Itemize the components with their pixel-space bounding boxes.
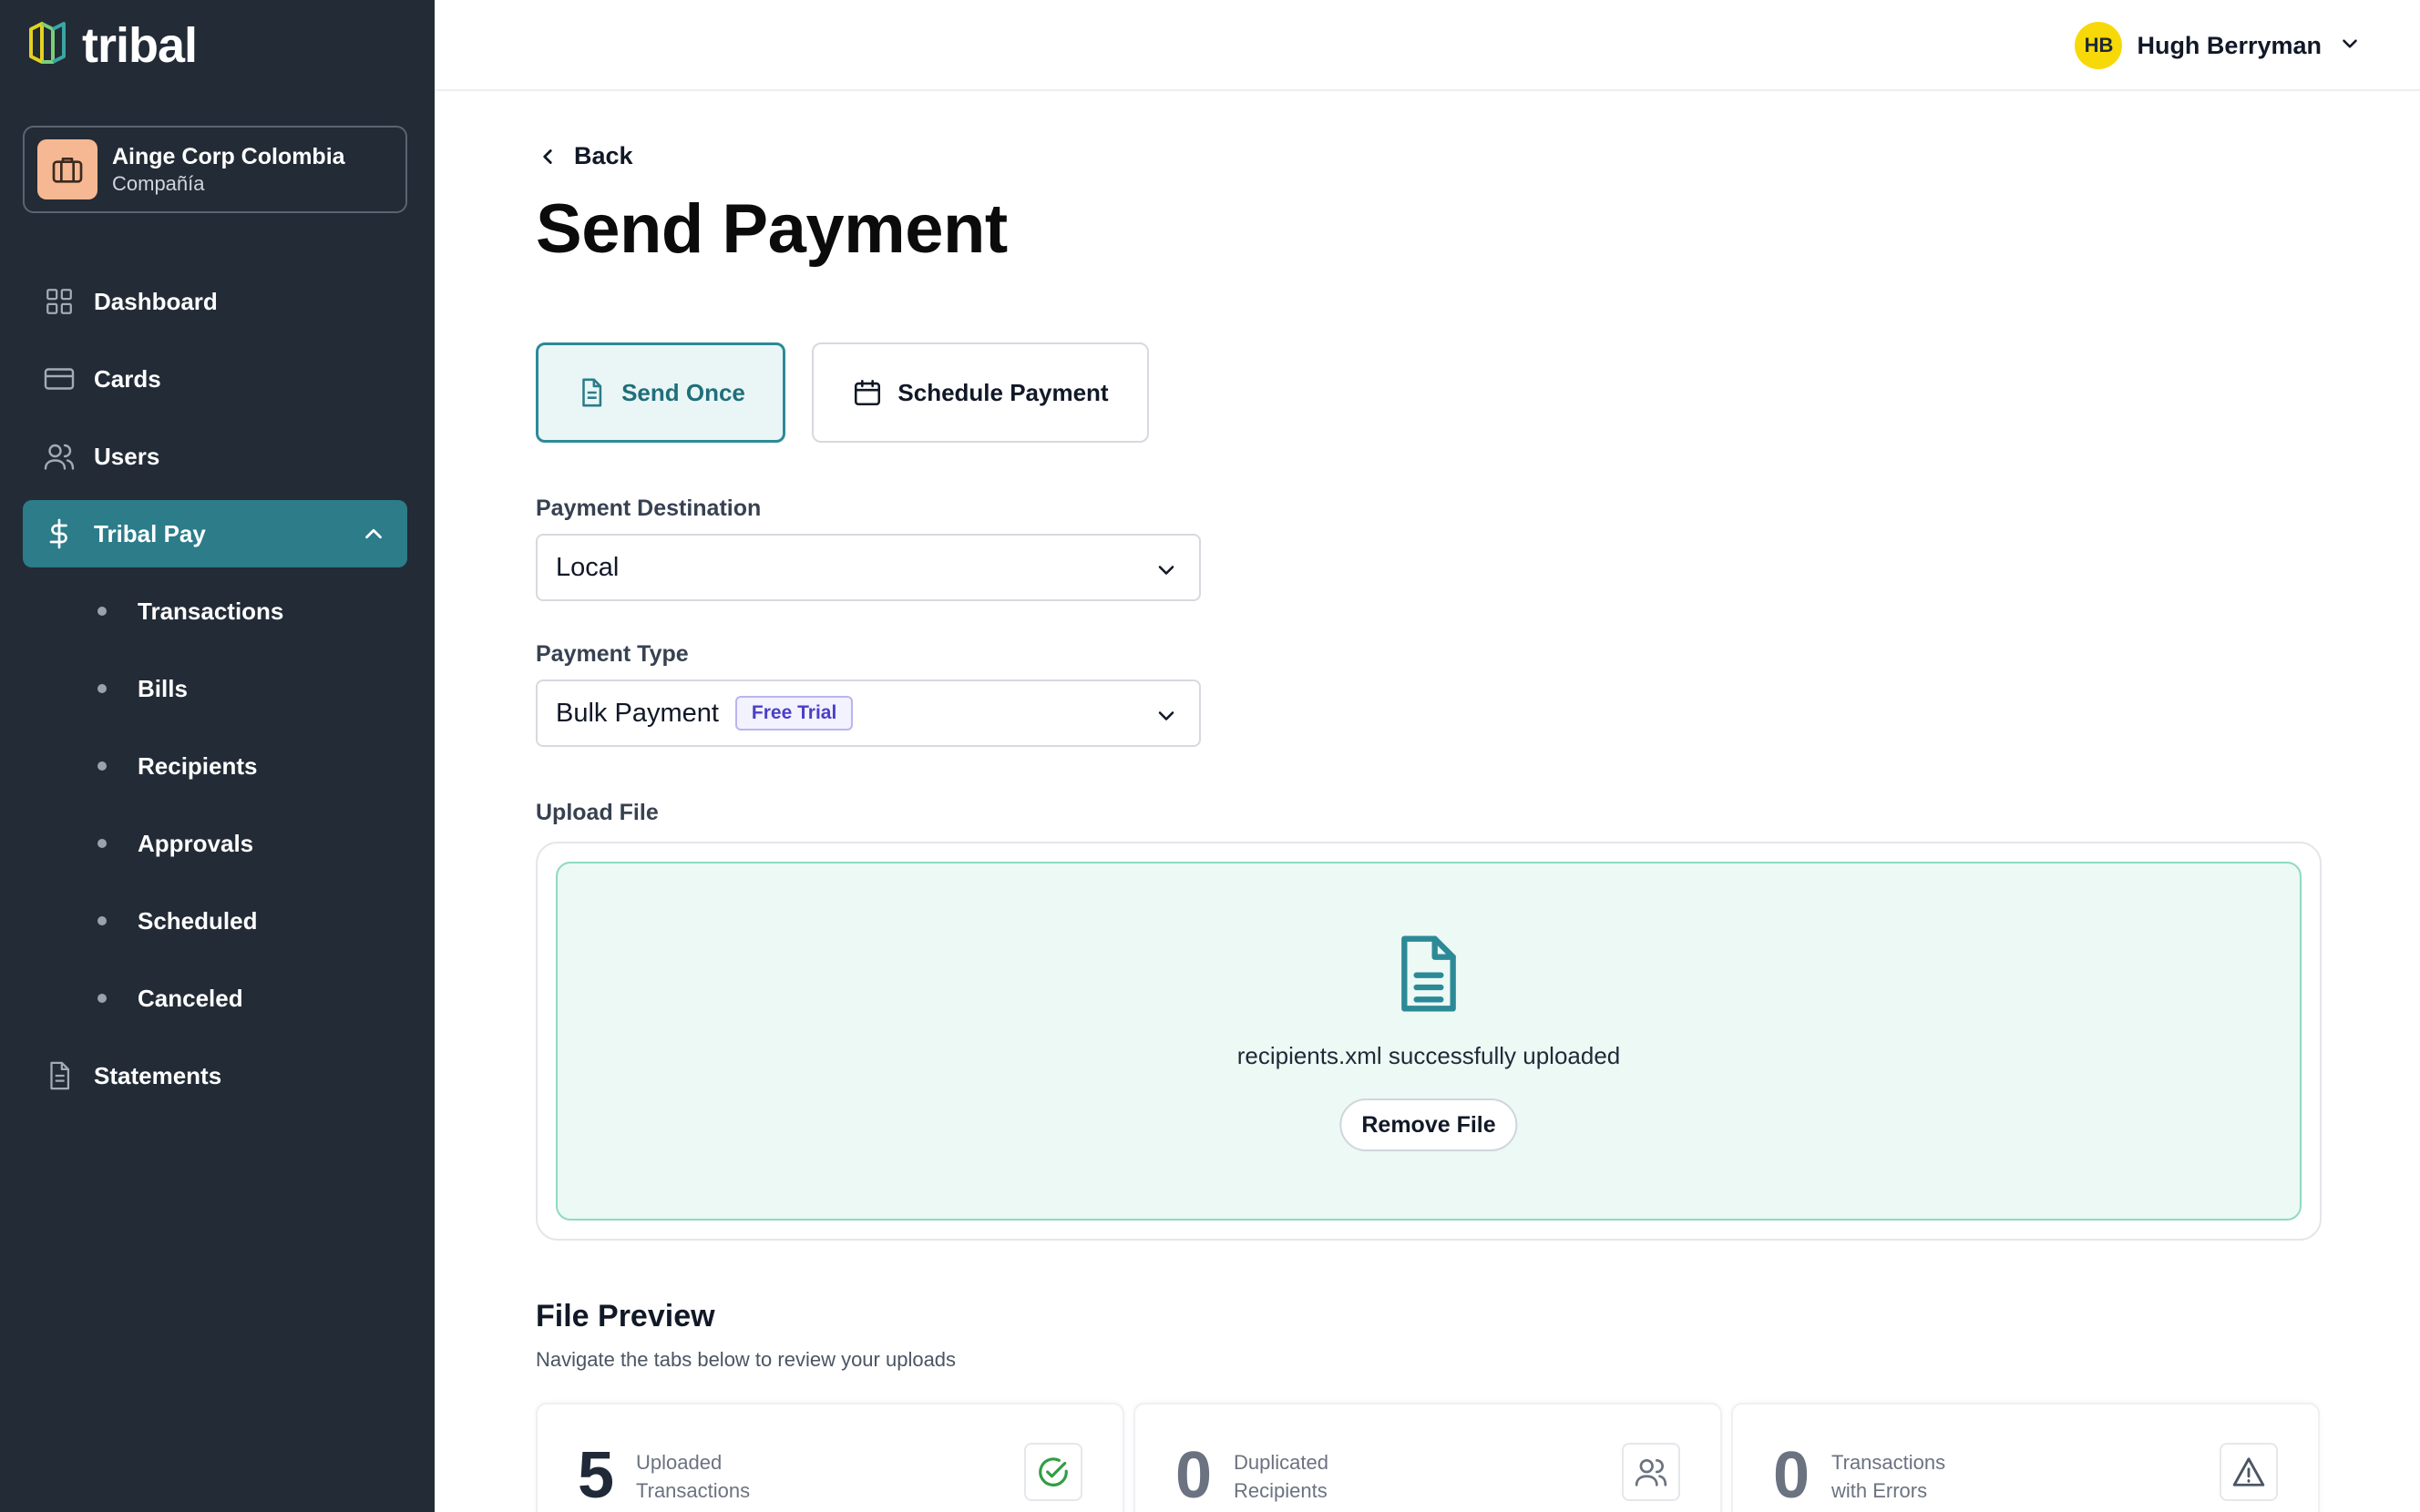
sidebar-subitem-label: Approvals bbox=[138, 829, 254, 857]
back-link[interactable]: Back bbox=[536, 142, 633, 170]
stat-value: 0 bbox=[1773, 1439, 1810, 1512]
sidebar-item-label: Cards bbox=[94, 364, 161, 393]
payment-type-select[interactable]: Bulk Payment Free Trial bbox=[536, 679, 1201, 747]
sidebar-subitem-recipients[interactable]: Recipients bbox=[23, 732, 407, 800]
bullet-icon bbox=[97, 839, 107, 848]
sidebar-item-tribal-pay[interactable]: Tribal Pay bbox=[23, 500, 407, 567]
send-once-label: Send Once bbox=[621, 378, 745, 406]
logo[interactable]: tribal bbox=[22, 17, 198, 73]
payment-destination-select[interactable]: Local bbox=[536, 534, 1201, 601]
company-type: Compañía bbox=[112, 172, 205, 195]
back-label: Back bbox=[574, 142, 633, 169]
stat-card-duplicated[interactable]: 0 Duplicated Recipients bbox=[1133, 1403, 1722, 1512]
payment-destination-label: Payment Destination bbox=[536, 495, 762, 521]
upload-success-area: recipients.xml successfully uploaded Rem… bbox=[556, 862, 2302, 1221]
check-circle-icon bbox=[1024, 1443, 1082, 1501]
brand-name: tribal bbox=[82, 17, 198, 73]
user-menu[interactable]: HB Hugh Berryman bbox=[2075, 22, 2362, 69]
company-name: Ainge Corp Colombia bbox=[112, 144, 345, 169]
sidebar-item-label: Tribal Pay bbox=[94, 519, 206, 547]
chevron-down-icon bbox=[1154, 557, 1179, 590]
chevron-up-icon[interactable] bbox=[360, 520, 387, 554]
sidebar-item-statements[interactable]: Statements bbox=[23, 1042, 407, 1109]
card-icon bbox=[43, 363, 76, 395]
remove-file-button[interactable]: Remove File bbox=[1339, 1098, 1518, 1151]
document-icon bbox=[582, 378, 602, 407]
top-bar: HB Hugh Berryman bbox=[435, 0, 2420, 91]
schedule-payment-label: Schedule Payment bbox=[897, 378, 1109, 406]
page-title: Send Payment bbox=[536, 190, 1008, 268]
stat-value: 0 bbox=[1175, 1439, 1213, 1512]
sidebar-subitem-label: Canceled bbox=[138, 984, 243, 1012]
stat-card-uploaded[interactable]: 5 Uploaded Transactions bbox=[536, 1403, 1124, 1512]
sidebar-item-label: Users bbox=[94, 442, 160, 470]
stat-label: Transactions with Errors bbox=[1831, 1451, 1946, 1502]
avatar: HB bbox=[2075, 22, 2123, 69]
sidebar-item-dashboard[interactable]: Dashboard bbox=[23, 268, 407, 335]
sidebar-subitem-label: Scheduled bbox=[138, 906, 258, 935]
sidebar-subitem-label: Recipients bbox=[138, 751, 258, 780]
sidebar: tribal Ainge Corp Colombia Compañía Dash… bbox=[0, 0, 435, 1512]
sidebar-item-cards[interactable]: Cards bbox=[23, 345, 407, 413]
users-icon bbox=[1622, 1443, 1680, 1501]
free-trial-badge: Free Trial bbox=[734, 696, 854, 730]
calendar-icon bbox=[855, 379, 881, 406]
users-icon bbox=[43, 440, 76, 473]
sidebar-item-label: Statements bbox=[94, 1061, 222, 1089]
document-icon bbox=[43, 1059, 76, 1092]
stat-label: Uploaded Transactions bbox=[636, 1451, 751, 1502]
stat-value: 5 bbox=[578, 1439, 615, 1512]
payment-type-label: Payment Type bbox=[536, 641, 689, 667]
upload-dropzone[interactable]: recipients.xml successfully uploaded Rem… bbox=[536, 842, 2322, 1241]
dollar-icon bbox=[43, 517, 76, 550]
chevron-down-icon bbox=[2338, 32, 2362, 60]
bullet-icon bbox=[97, 994, 107, 1003]
sidebar-subitem-transactions[interactable]: Transactions bbox=[23, 577, 407, 645]
grid-icon bbox=[43, 285, 76, 318]
file-icon bbox=[1392, 933, 1465, 1019]
sidebar-subitem-label: Transactions bbox=[138, 597, 284, 625]
sidebar-nav: Dashboard Cards Users Tribal Pay Transac… bbox=[23, 268, 407, 1119]
sidebar-subitem-canceled[interactable]: Canceled bbox=[23, 965, 407, 1032]
send-once-button[interactable]: Send Once bbox=[536, 342, 785, 443]
chevron-down-icon bbox=[1154, 703, 1179, 736]
sidebar-subitem-bills[interactable]: Bills bbox=[23, 655, 407, 722]
stat-label: Duplicated Recipients bbox=[1234, 1451, 1328, 1502]
bullet-icon bbox=[97, 684, 107, 693]
sidebar-item-users[interactable]: Users bbox=[23, 423, 407, 490]
bullet-icon bbox=[97, 607, 107, 616]
upload-message: recipients.xml successfully uploaded bbox=[1236, 1042, 1621, 1069]
file-preview-title: File Preview bbox=[536, 1299, 715, 1333]
schedule-payment-button[interactable]: Schedule Payment bbox=[812, 342, 1149, 443]
briefcase-icon bbox=[37, 139, 97, 199]
sidebar-item-label: Dashboard bbox=[94, 287, 218, 315]
chevron-left-icon bbox=[543, 148, 552, 164]
tribal-logo-icon bbox=[22, 20, 71, 70]
stat-card-errors[interactable]: 0 Transactions with Errors bbox=[1731, 1403, 2320, 1512]
warning-icon bbox=[2220, 1443, 2278, 1501]
app: tribal Ainge Corp Colombia Compañía Dash… bbox=[0, 0, 2420, 1512]
file-preview-subtitle: Navigate the tabs below to review your u… bbox=[536, 1348, 957, 1371]
company-switcher[interactable]: Ainge Corp Colombia Compañía bbox=[23, 126, 407, 213]
sidebar-subitem-scheduled[interactable]: Scheduled bbox=[23, 887, 407, 955]
upload-file-label: Upload File bbox=[536, 800, 659, 825]
bullet-icon bbox=[97, 761, 107, 771]
bullet-icon bbox=[97, 916, 107, 925]
payment-type-value: Bulk Payment bbox=[556, 698, 719, 728]
user-name: Hugh Berryman bbox=[2137, 31, 2322, 59]
sidebar-subitem-approvals[interactable]: Approvals bbox=[23, 810, 407, 877]
payment-destination-value: Local bbox=[556, 552, 620, 582]
sidebar-subitem-label: Bills bbox=[138, 674, 188, 702]
